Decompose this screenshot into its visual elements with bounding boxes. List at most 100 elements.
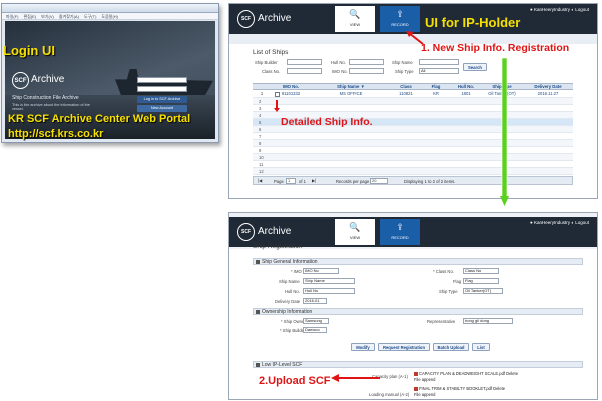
hull-input[interactable]: Hull No <box>303 288 355 294</box>
capacity-file-append[interactable]: File append <box>414 377 435 382</box>
tab-record-label: RECORD <box>391 22 409 27</box>
ship-builder-input[interactable] <box>287 59 322 65</box>
collapse-icon[interactable] <box>256 310 260 314</box>
owner-label: * Ship Owner <box>281 319 306 324</box>
collapse-icon[interactable] <box>256 363 260 367</box>
delivery-label: Delivery Date <box>275 299 301 304</box>
ship-type-select[interactable]: Oil Tanker(OT) <box>463 288 503 294</box>
row-checkbox[interactable] <box>275 92 280 97</box>
browser-menubar: 파일(F) 편집(E) 보기(V) 즐겨찾기(A) 도구(T) 도움말(H) <box>2 13 218 20</box>
table-row-stripe[interactable]: 12 <box>253 168 573 175</box>
general-info-header: Ship General Information <box>253 258 583 265</box>
col-hull[interactable]: Hull No. <box>451 84 481 89</box>
tab-view[interactable]: 🔍 VIEW <box>335 219 375 245</box>
ship-name-input[interactable]: Ship Name <box>303 278 355 284</box>
records-select[interactable]: 20 <box>370 178 388 184</box>
table-row-stripe[interactable]: 7 <box>253 133 573 140</box>
col-class[interactable]: Class <box>391 84 421 89</box>
table-row-stripe[interactable]: 3 <box>253 105 573 112</box>
capacity-delete-link[interactable]: Delete <box>506 371 518 376</box>
menu-favorites[interactable]: 즐겨찾기(A) <box>59 14 79 19</box>
loading-file-name[interactable]: FINAL TRIM & STABILTY BOOKLET.pdf <box>419 386 492 391</box>
request-registration-button[interactable]: Request Registration <box>378 343 430 351</box>
menu-view[interactable]: 보기(V) <box>41 14 54 19</box>
menu-tools[interactable]: 도구(T) <box>84 14 96 19</box>
collapse-icon[interactable] <box>256 260 260 264</box>
scf-logo-icon: SCF <box>12 72 29 89</box>
capacity-file[interactable]: CAPACITY PLAN & DEADWEIGHT SCALE.pdf Del… <box>414 371 518 376</box>
menu-edit[interactable]: 편집(E) <box>23 14 36 19</box>
col-flag[interactable]: Flag <box>421 84 451 89</box>
user-logout-links[interactable]: ● KanHeeryIndustry ◐ Logout <box>530 7 589 12</box>
table-row[interactable]: 1 91101332 MS OFFICE 110821 KR 1801 Oil … <box>253 91 573 98</box>
modify-button[interactable]: Modify <box>351 343 375 351</box>
tab-view[interactable]: 🔍 VIEW <box>335 6 375 32</box>
pdf-icon <box>414 371 418 376</box>
login-password-input[interactable] <box>137 86 187 92</box>
cell-class: 110821 <box>399 91 413 96</box>
table-row-stripe[interactable]: 9 <box>253 147 573 154</box>
ip-holder-annotation: UI for IP-Holder <box>425 15 521 30</box>
search-button[interactable]: Search <box>463 63 487 71</box>
search-icon: 🔍 <box>349 9 361 19</box>
detailed-info-annotation: Detailed Ship Info. <box>281 116 373 128</box>
flag-input[interactable]: Flag <box>463 278 499 284</box>
new-account-button[interactable]: New Account <box>137 105 187 112</box>
ship-name-input[interactable] <box>419 59 459 65</box>
login-ui-annotation: Login UI <box>3 43 55 58</box>
hull-no-input[interactable] <box>349 59 384 65</box>
menu-help[interactable]: 도움말(H) <box>101 14 118 19</box>
table-row-stripe[interactable]: 11 <box>253 161 573 168</box>
row-number: 11 <box>259 162 264 167</box>
class-label: * Class No. <box>433 269 454 274</box>
col-imo[interactable]: IMO No. <box>271 84 311 89</box>
cell-flag: KR <box>433 91 439 96</box>
loading-manual-label: Loading manual (A-2) <box>369 392 410 397</box>
builder-select[interactable]: Daewoo <box>303 327 327 333</box>
scf-logo-icon: SCF <box>237 223 255 241</box>
page-input[interactable]: 1 <box>286 178 296 184</box>
imo-no-input[interactable] <box>349 68 384 74</box>
displaying-text: Displaying 1 to 2 of 2 items. <box>404 179 456 184</box>
row-number: 6 <box>259 127 262 132</box>
portal-name-annotation: KR SCF Archive Center Web Portal <box>8 113 191 125</box>
ship-type-label: Ship Type <box>439 289 458 294</box>
class-no-input[interactable] <box>287 68 322 74</box>
page-of-label: of 1 <box>299 179 306 184</box>
table-row-stripe[interactable]: 2 <box>253 98 573 105</box>
loading-file-append[interactable]: File append <box>414 392 435 397</box>
loading-delete-link[interactable]: Delete <box>493 386 505 391</box>
menu-file[interactable]: 파일(F) <box>6 14 18 19</box>
login-id-input[interactable] <box>137 77 187 83</box>
ownership-title: Ownership Information <box>262 309 313 315</box>
class-input[interactable]: Class No <box>463 268 499 274</box>
table-row-stripe[interactable]: 8 <box>253 140 573 147</box>
pdf-icon <box>414 386 418 391</box>
ship-builder-label: Ship Builder <box>255 60 278 65</box>
low-ip-header: Low IP-Level SCF <box>253 361 583 368</box>
batch-upload-button[interactable]: Batch Upload <box>433 343 469 351</box>
imo-input[interactable]: IMO No <box>303 268 339 274</box>
cell-ship-name[interactable]: MS OFFICE <box>311 91 391 98</box>
col-delivery[interactable]: Delivery Date <box>523 84 573 89</box>
capacity-file-name[interactable]: CAPACITY PLAN & DEADWEIGHT SCALE.pdf <box>419 371 505 376</box>
representative-input[interactable]: hong gil dong <box>463 318 513 324</box>
list-button[interactable]: List <box>472 343 490 351</box>
ship-type-select[interactable]: All <box>419 68 459 74</box>
tab-record[interactable]: ⇪ RECORD <box>380 6 420 32</box>
tab-record[interactable]: ⇪ RECORD <box>380 219 420 245</box>
login-logo: SCF Archive <box>12 70 82 92</box>
row-number: 5 <box>259 120 262 125</box>
login-button[interactable]: Log in to SCF Archive <box>137 96 187 103</box>
table-row-stripe[interactable]: 10 <box>253 154 573 161</box>
portal-url-annotation: http://scf.krs.co.kr <box>8 128 104 140</box>
hull-no-label: Hull No. <box>331 60 346 65</box>
col-ship-name[interactable]: Ship Name ▼ <box>311 84 391 89</box>
login-subtitle: Ship Construction File Archive <box>12 95 79 101</box>
delivery-input[interactable]: 2016.01 <box>303 298 327 304</box>
next-page-icon[interactable]: ▶| <box>312 178 316 183</box>
owner-select[interactable]: Samsung <box>303 318 329 324</box>
user-logout-links[interactable]: ● KanHeeryIndustry ◐ Logout <box>530 220 589 225</box>
first-page-icon[interactable]: |◀ <box>258 178 262 183</box>
loading-file[interactable]: FINAL TRIM & STABILTY BOOKLET.pdf Delete <box>414 386 505 391</box>
